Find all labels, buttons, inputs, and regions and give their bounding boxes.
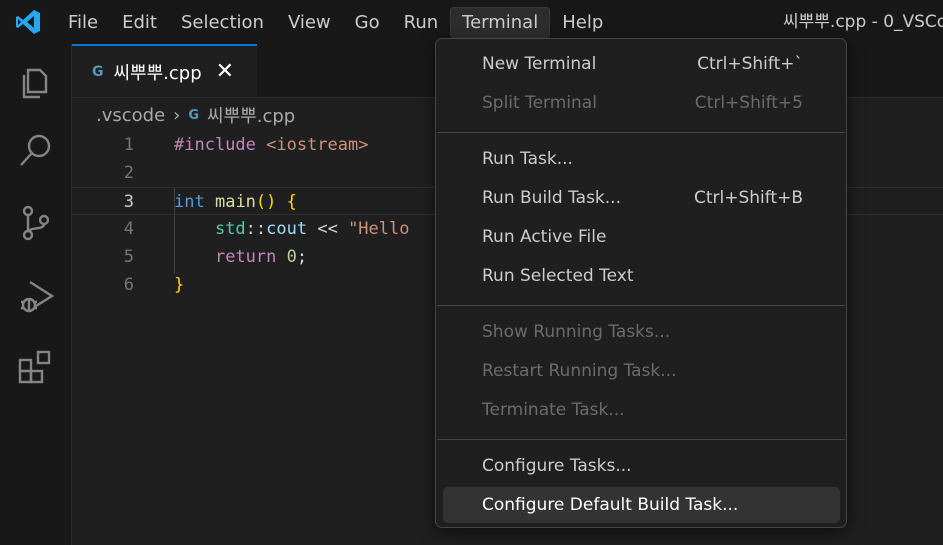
- menu-bar: File Edit Selection View Go Run Terminal Help: [56, 6, 615, 38]
- code-token: std: [214, 219, 246, 239]
- menu-item-label: Configure Tasks...: [482, 456, 632, 476]
- close-icon[interactable]: ✕: [216, 59, 234, 84]
- menu-go[interactable]: Go: [343, 7, 392, 38]
- menu-item-run-selected-text[interactable]: Run Selected Text: [443, 258, 840, 294]
- breadcrumb-file[interactable]: 씨뿌뿌.cpp: [207, 102, 295, 128]
- menu-item-label: Run Build Task...: [482, 188, 621, 208]
- menu-file[interactable]: File: [56, 7, 110, 38]
- menu-item-configure-tasks[interactable]: Configure Tasks...: [443, 448, 840, 484]
- menu-item-run-task[interactable]: Run Task...: [443, 141, 840, 177]
- code-text: std::cout << "Hello: [174, 215, 410, 243]
- menu-item-terminate-task: Terminate Task...: [443, 392, 840, 428]
- code-token: 0: [286, 247, 297, 267]
- menu-item-split-terminal: Split Terminal Ctrl+Shift+5: [443, 85, 840, 121]
- line-number: 5: [123, 247, 134, 267]
- activity-bar: [0, 44, 72, 545]
- cpp-file-icon: G: [188, 107, 200, 123]
- line-number: 1: [123, 135, 134, 155]
- menu-separator: [437, 305, 845, 306]
- code-token: {: [286, 192, 297, 212]
- menu-item-restart-running-task: Restart Running Task...: [443, 353, 840, 389]
- vscode-logo-icon: [0, 0, 56, 44]
- menu-item-label: Configure Default Build Task...: [482, 495, 739, 515]
- menu-run[interactable]: Run: [392, 7, 451, 38]
- menu-item-run-build-task[interactable]: Run Build Task... Ctrl+Shift+B: [443, 180, 840, 216]
- source-control-icon[interactable]: [16, 203, 56, 243]
- menu-item-configure-default-build-task[interactable]: Configure Default Build Task...: [443, 487, 840, 523]
- explorer-icon[interactable]: [16, 62, 56, 102]
- menu-item-shortcut: Ctrl+Shift+5: [694, 93, 803, 113]
- code-token: ::: [245, 219, 267, 239]
- menu-view[interactable]: View: [276, 7, 343, 38]
- menu-item-label: Terminate Task...: [482, 400, 625, 420]
- code-token: main: [214, 192, 256, 212]
- menu-separator: [437, 132, 845, 133]
- code-token: int: [174, 192, 205, 212]
- tab-label: 씨뿌뿌.cpp: [113, 62, 202, 84]
- menu-help[interactable]: Help: [550, 7, 615, 38]
- code-text: return 0;: [174, 243, 307, 271]
- extensions-icon[interactable]: [16, 348, 56, 388]
- code-token: <iostream>: [266, 135, 369, 155]
- menu-selection[interactable]: Selection: [169, 7, 276, 38]
- menu-separator: [437, 439, 845, 440]
- menu-item-shortcut: Ctrl+Shift+`: [697, 54, 803, 74]
- menu-item-label: Split Terminal: [482, 93, 597, 113]
- search-icon[interactable]: [16, 130, 56, 170]
- menu-edit[interactable]: Edit: [110, 7, 169, 38]
- code-token: <<: [307, 219, 349, 239]
- cpp-file-icon: G: [92, 63, 104, 80]
- code-token: }: [174, 275, 185, 295]
- menu-item-new-terminal[interactable]: New Terminal Ctrl+Shift+`: [443, 46, 840, 82]
- menu-item-label: Restart Running Task...: [482, 361, 677, 381]
- menu-item-show-running-tasks: Show Running Tasks...: [443, 314, 840, 350]
- breadcrumb: .vscode › G 씨뿌뿌.cpp: [96, 100, 295, 130]
- menu-terminal[interactable]: Terminal: [450, 6, 551, 38]
- menu-item-label: Run Active File: [482, 227, 607, 247]
- menu-item-label: Show Running Tasks...: [482, 322, 671, 342]
- run-debug-icon[interactable]: [16, 276, 56, 316]
- line-number: 3: [123, 192, 134, 212]
- menu-item-label: Run Selected Text: [482, 266, 634, 286]
- code-token: ;: [296, 247, 308, 267]
- code-token: #include: [174, 135, 267, 155]
- code-text: }: [174, 271, 184, 299]
- editor-tab[interactable]: G 씨뿌뿌.cpp ✕: [72, 44, 257, 97]
- line-number: 6: [123, 275, 134, 295]
- code-text: #include <iostream>: [174, 131, 368, 159]
- line-number: 4: [123, 219, 134, 239]
- code-token: "Hello: [348, 219, 410, 239]
- code-token: return: [214, 247, 277, 267]
- line-number: 2: [123, 163, 134, 183]
- menu-item-label: Run Task...: [482, 149, 573, 169]
- code-token: cout: [266, 219, 308, 239]
- chevron-right-icon: ›: [173, 104, 181, 126]
- menu-item-label: New Terminal: [482, 54, 597, 74]
- code-token: (): [255, 192, 287, 212]
- menu-item-shortcut: Ctrl+Shift+B: [693, 188, 803, 208]
- breadcrumb-folder[interactable]: .vscode: [96, 105, 165, 126]
- terminal-menu-dropdown: New Terminal Ctrl+Shift+` Split Terminal Ct…: [435, 38, 847, 528]
- menu-item-run-active-file[interactable]: Run Active File: [443, 219, 840, 255]
- code-text: int main() {: [174, 188, 297, 216]
